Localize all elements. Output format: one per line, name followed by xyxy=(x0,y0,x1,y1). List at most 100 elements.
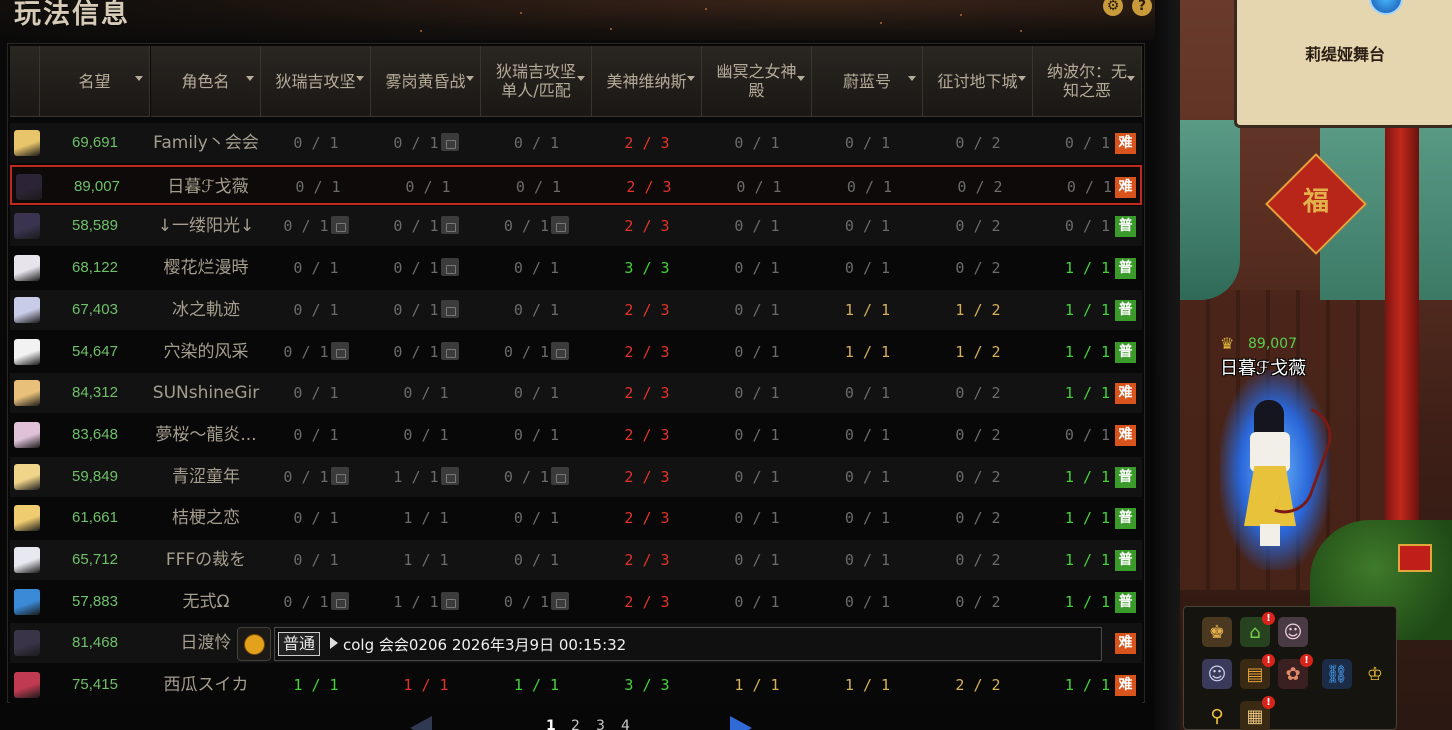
column-header-7[interactable]: 蔚蓝号 xyxy=(812,46,923,117)
chat-channel-button[interactable]: 普通 xyxy=(278,632,321,656)
player-character[interactable] xyxy=(1244,400,1296,546)
channel-arrow-icon[interactable] xyxy=(330,637,338,649)
table-row[interactable]: 89,007 日暮ℱ戈薇 0 / 1 0 / 1 0 / 1 2 / 3 0 / 1 0 / … xyxy=(10,165,1142,205)
progress-cell: 2 / 3 xyxy=(592,415,702,455)
progress-cell: 0 / 1 xyxy=(481,332,592,372)
progress-cell: 0 / 1 xyxy=(702,498,812,538)
normal-difficulty-badge: 普 xyxy=(1115,216,1136,237)
progress-value: 0 / 1 xyxy=(844,426,891,444)
column-header-8[interactable]: 征讨地下城 xyxy=(923,46,1033,117)
progress-value: 0 / 1 xyxy=(503,217,550,235)
page-4[interactable]: 4 xyxy=(621,718,630,730)
map-pin-icon[interactable]: ⚲ xyxy=(1202,701,1232,730)
lock-icon xyxy=(440,591,459,610)
pet-icon[interactable]: ✿! xyxy=(1278,654,1313,689)
column-header-9[interactable]: 纳波尔：无知之恶 xyxy=(1033,46,1142,117)
sort-caret-icon[interactable] xyxy=(687,76,695,81)
link-icon[interactable]: ⛓ xyxy=(1322,659,1352,689)
sort-caret-icon[interactable] xyxy=(577,76,585,81)
table-row[interactable]: 75,415 西瓜スイカ 1 / 1 1 / 1 1 / 1 3 / 3 1 / 1 1 / … xyxy=(10,665,1142,705)
progress-cell: 0 / 2 xyxy=(923,373,1033,413)
sort-caret-icon[interactable] xyxy=(797,76,805,81)
sort-caret-icon[interactable] xyxy=(246,76,254,81)
progress-cell: 2 / 3 xyxy=(592,498,702,538)
column-header-6[interactable]: 幽冥之女神殿 xyxy=(702,46,812,117)
progress-cell: 1 / 1 xyxy=(371,457,481,497)
column-header-label: 幽冥之女神殿 xyxy=(716,62,797,100)
column-header-label: 征讨地下城 xyxy=(937,71,1018,91)
table-row[interactable]: 58,589 ↓一缕阳光↓ 0 / 1 0 / 1 0 / 1 2 / 3 0 / 1 0 /… xyxy=(10,206,1142,246)
column-header-label: 纳波尔：无知之恶 xyxy=(1046,62,1127,100)
table-row[interactable]: 67,403 冰之軌迹 0 / 1 0 / 1 0 / 1 2 / 3 0 / 1 1 / 1… xyxy=(10,290,1142,330)
column-header-5[interactable]: 美神维纳斯 xyxy=(592,46,702,117)
progress-cell: 0 / 1 xyxy=(261,457,371,497)
table-row[interactable]: 68,122 樱花烂漫時 0 / 1 0 / 1 0 / 1 3 / 3 0 / 1 0 / … xyxy=(10,248,1142,288)
progress-value: 0 / 1 xyxy=(844,134,891,152)
character-name: 穴染的风采 xyxy=(163,342,249,362)
progress-value: 0 / 1 xyxy=(393,301,439,319)
chat-input[interactable]: 普通 colg 会会0206 2026年3月9日 00:15:32 xyxy=(274,627,1102,661)
table-row[interactable]: 69,691 Family丶会会 0 / 1 0 / 1 0 / 1 2 / 3 0 / 1… xyxy=(10,123,1142,163)
table-row[interactable]: 61,661 桔梗之恋 0 / 1 1 / 1 0 / 1 2 / 3 0 / 1 0 / 1… xyxy=(10,498,1142,538)
sort-caret-icon[interactable] xyxy=(908,76,916,81)
sort-caret-icon[interactable] xyxy=(135,76,143,81)
progress-cell: 0 / 1 xyxy=(371,206,481,246)
progress-value: 0 / 1 xyxy=(393,134,439,152)
progress-cell: 0 / 1 xyxy=(702,373,812,413)
progress-value: 0 / 1 xyxy=(405,178,451,196)
column-header-4[interactable]: 狄瑞吉攻坚单人/匹配 xyxy=(481,46,592,117)
progress-value: 1 / 1 xyxy=(513,676,560,694)
column-header-0[interactable]: 名望 xyxy=(40,46,150,117)
progress-cell: 1 / 1 xyxy=(371,582,481,622)
page-3[interactable]: 3 xyxy=(596,718,605,730)
character-avatar xyxy=(14,464,40,490)
guide-book-icon[interactable]: ▦! xyxy=(1240,696,1275,730)
progress-cell: 2 / 3 xyxy=(592,582,702,622)
table-row[interactable]: 83,648 夢桜～龍炎... 0 / 1 0 / 1 0 / 1 2 / 3 0 / 1 0… xyxy=(10,415,1142,455)
sort-caret-icon[interactable] xyxy=(1018,76,1026,81)
column-header-3[interactable]: 雾岗黄昏战 xyxy=(371,46,481,117)
sort-caret-icon[interactable] xyxy=(1127,76,1135,81)
table-row[interactable]: 57,883 无式Ω 0 / 1 1 / 1 0 / 1 2 / 3 0 / 1 0 / 1 0… xyxy=(10,582,1142,622)
crown-menu-icon[interactable]: ♚ xyxy=(1202,617,1232,647)
stage-card[interactable]: 莉缇娅舞台 xyxy=(1234,0,1452,128)
home-icon[interactable]: ⌂! xyxy=(1240,612,1275,647)
progress-cell: 2 / 3 xyxy=(592,373,702,413)
progress-value: 0 / 1 xyxy=(503,468,550,486)
column-header-1[interactable]: 角色名 xyxy=(151,46,261,117)
gear-icon[interactable]: ⚙ xyxy=(1103,0,1123,16)
page-2[interactable]: 2 xyxy=(571,718,580,730)
progress-cell: 0 / 1 xyxy=(812,373,923,413)
table-row[interactable]: 65,712 FFFの裁を 0 / 1 1 / 1 0 / 1 2 / 3 0 / 1 0 /… xyxy=(10,540,1142,580)
next-page-arrow-icon[interactable] xyxy=(730,716,752,730)
progress-cell: 0 / 2 xyxy=(923,248,1033,288)
progress-value: 1 / 1 xyxy=(1064,551,1111,569)
progress-value: 1 / 1 xyxy=(403,676,449,694)
progress-value: 0 / 1 xyxy=(1064,134,1111,152)
lock-icon xyxy=(440,341,459,360)
lock-icon xyxy=(330,341,349,360)
help-icon[interactable]: ? xyxy=(1132,0,1152,16)
crown-icon[interactable]: ♔ xyxy=(1360,659,1390,689)
table-row[interactable]: 84,312 SUNshineGir 0 / 1 0 / 1 0 / 1 2 / 3 0 /… xyxy=(10,373,1142,413)
sort-caret-icon[interactable] xyxy=(466,76,474,81)
table-row[interactable]: 59,849 青涩童年 0 / 1 1 / 1 0 / 1 2 / 3 0 / 1 0 / 1… xyxy=(10,457,1142,497)
progress-value: 0 / 1 xyxy=(515,178,562,196)
table-row[interactable]: 54,647 穴染的风采 0 / 1 0 / 1 0 / 1 2 / 3 0 / 1 1 / … xyxy=(10,332,1142,372)
page-1[interactable]: 1 xyxy=(546,718,556,730)
companion-icon[interactable]: ☺ xyxy=(1202,659,1232,689)
chat-message-text[interactable]: colg 会会0206 2026年3月9日 00:15:32 xyxy=(343,628,626,662)
sort-caret-icon[interactable] xyxy=(356,76,364,81)
progress-value: 0 / 1 xyxy=(293,551,339,569)
emoji-button[interactable] xyxy=(237,627,271,661)
character-name: ↓一缕阳光↓ xyxy=(157,216,255,236)
spark xyxy=(610,28,612,30)
card-icon[interactable]: ▤! xyxy=(1240,654,1275,689)
prev-page-arrow-icon[interactable] xyxy=(410,716,432,730)
column-header-2[interactable]: 狄瑞吉攻坚 xyxy=(261,46,371,117)
lock-icon xyxy=(440,466,459,485)
character-avatar xyxy=(14,547,40,573)
progress-value: 0 / 1 xyxy=(734,259,780,277)
progress-value: 0 / 1 xyxy=(513,384,560,402)
character-avatar-icon[interactable]: ☺ xyxy=(1278,617,1308,647)
